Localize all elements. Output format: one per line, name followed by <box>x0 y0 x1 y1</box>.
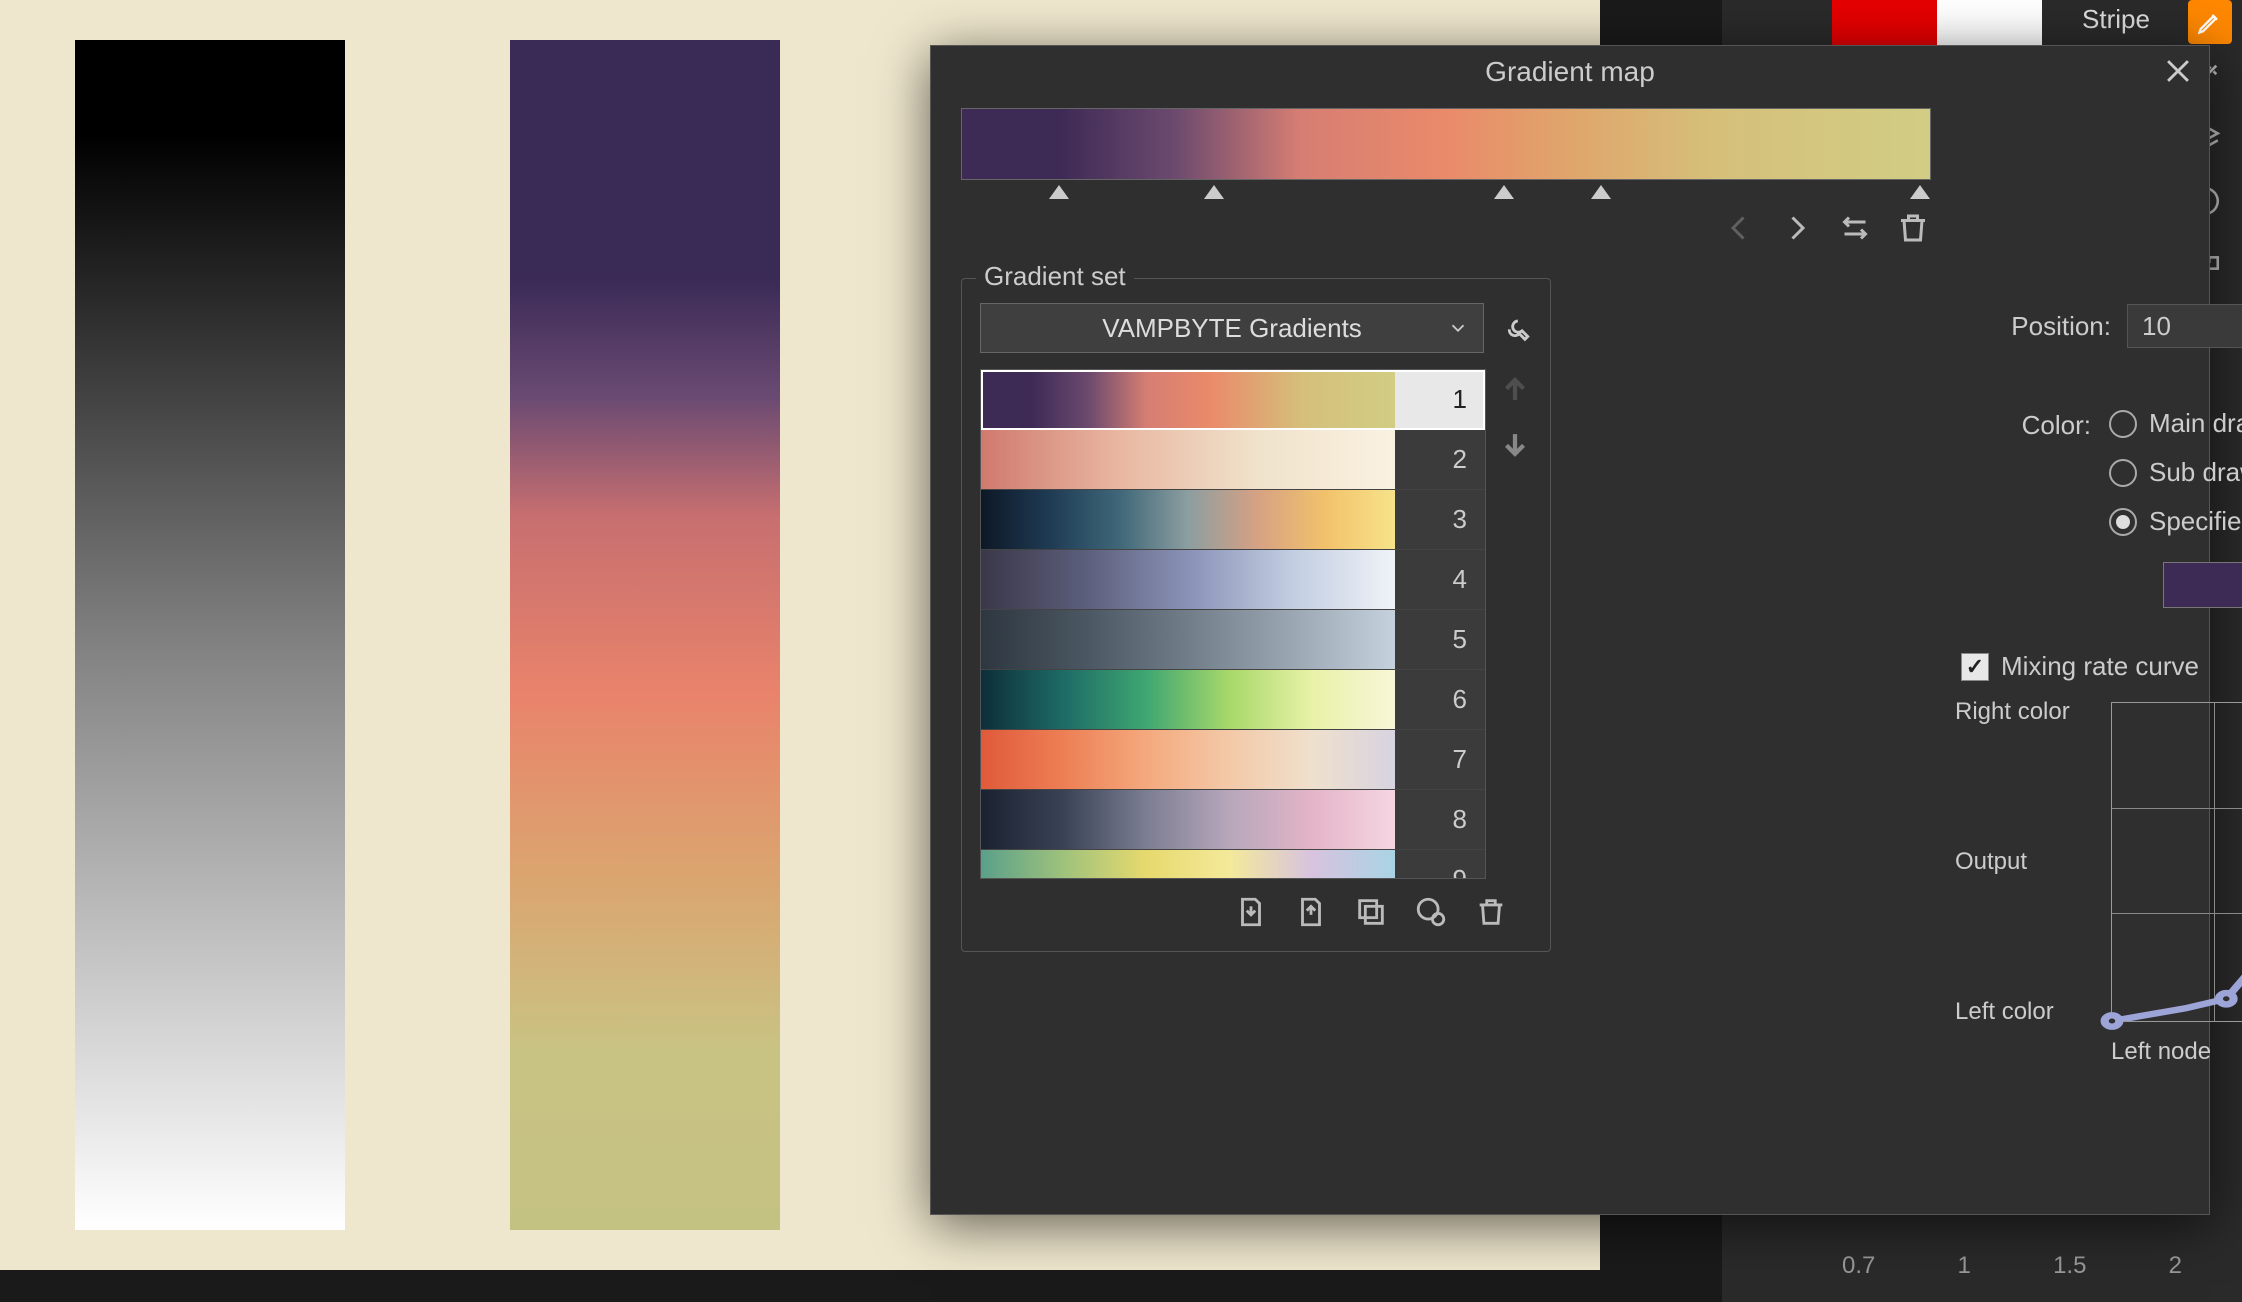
gradient-preset-row[interactable]: 2 <box>981 430 1485 490</box>
gradient-preset-preview <box>981 430 1395 489</box>
stripe-label: Stripe <box>2082 4 2150 35</box>
gradient-stop[interactable] <box>1910 185 1930 199</box>
gradient-preset-preview <box>981 790 1395 849</box>
curve-y-mid: Output <box>1955 848 2027 876</box>
gradient-preset-number: 8 <box>1395 790 1485 849</box>
radio-label: Sub drawing color <box>2149 457 2242 488</box>
gradient-preset-list[interactable]: 123456789 <box>980 369 1486 879</box>
radio-icon <box>2109 508 2137 536</box>
radio-main-color[interactable]: Main drawing color <box>2109 408 2242 439</box>
gradient-preset-preview <box>981 850 1395 879</box>
gradient-preset-number: 7 <box>1395 730 1485 789</box>
gradient-preset-row[interactable]: 5 <box>981 610 1485 670</box>
curve-y-top: Right color <box>1955 698 2070 726</box>
tick: 1.5 <box>2053 1252 2086 1292</box>
mixing-label: Mixing rate curve <box>2001 651 2199 682</box>
gradient-preset-row[interactable]: 1 <box>981 370 1485 430</box>
mixing-curve-editor[interactable]: Right color Output Left color Lef <box>1961 692 2242 1062</box>
wrench-icon[interactable] <box>1498 311 1532 345</box>
curve-x-left: Left node <box>2111 1038 2211 1066</box>
gradient-preset-number: 1 <box>1395 370 1485 429</box>
canvas-swatch-grayscale <box>75 40 345 1230</box>
gradient-set-fieldset: Gradient set VAMPBYTE Gradients 12345678… <box>961 278 1551 952</box>
import-icon[interactable] <box>1234 895 1268 929</box>
gradient-stop[interactable] <box>1494 185 1514 199</box>
gradient-preset-number: 2 <box>1395 430 1485 489</box>
gradient-preset-preview <box>981 550 1395 609</box>
gradient-stop[interactable] <box>1204 185 1224 199</box>
export-icon[interactable] <box>1294 895 1328 929</box>
gradient-stops-track[interactable] <box>962 179 1930 199</box>
slider-ticks: 0.7 1 1.5 2 <box>1842 1252 2182 1292</box>
tick: 1 <box>1958 1252 1971 1292</box>
next-stop-icon[interactable] <box>1779 210 1815 246</box>
radio-specified-color[interactable]: Specified color <box>2109 506 2242 537</box>
tick: 0.7 <box>1842 1252 1875 1292</box>
dialog-title-text: Gradient map <box>1485 56 1655 88</box>
gradient-preset-row[interactable]: 8 <box>981 790 1485 850</box>
move-up-icon <box>1498 373 1532 407</box>
move-down-icon[interactable] <box>1498 427 1532 461</box>
gradient-preset-number: 5 <box>1395 610 1485 669</box>
canvas-swatch-gradientmapped <box>510 40 780 1230</box>
dialog-titlebar[interactable]: Gradient map <box>931 46 2209 98</box>
gradient-preset-preview <box>981 490 1395 549</box>
mixing-rate-checkbox-row[interactable]: ✓ Mixing rate curve <box>1961 651 2242 682</box>
gradient-stop[interactable] <box>1591 185 1611 199</box>
prev-stop-icon <box>1721 210 1757 246</box>
stripe-color-block[interactable] <box>1832 0 2042 50</box>
radio-label: Main drawing color <box>2149 408 2242 439</box>
color-label: Color: <box>1961 408 2091 611</box>
radio-label: Specified color <box>2149 506 2242 537</box>
radio-icon <box>2109 459 2137 487</box>
radio-sub-color[interactable]: Sub drawing color <box>2109 457 2242 488</box>
gradient-bar[interactable] <box>961 108 1931 180</box>
gradient-preset-preview <box>981 730 1395 789</box>
specified-color-swatch[interactable] <box>2163 562 2242 608</box>
chevron-down-icon <box>1447 317 1469 339</box>
position-input[interactable] <box>2127 304 2242 348</box>
radio-icon <box>2109 410 2137 438</box>
gradient-preset-number: 3 <box>1395 490 1485 549</box>
gradient-preset-number: 4 <box>1395 550 1485 609</box>
close-button[interactable] <box>2161 54 2195 88</box>
position-label: Position: <box>1961 311 2111 342</box>
gradient-preset-row[interactable]: 9 <box>981 850 1485 879</box>
delete-preset-icon[interactable] <box>1474 895 1508 929</box>
dropdown-value: VAMPBYTE Gradients <box>1102 313 1362 344</box>
gradient-preset-number: 9 <box>1395 850 1485 879</box>
gradient-set-legend: Gradient set <box>976 261 1134 292</box>
checkbox-icon: ✓ <box>1961 653 1989 681</box>
gradient-preset-preview <box>981 610 1395 669</box>
gradient-preset-preview <box>981 670 1395 729</box>
gradient-preset-row[interactable]: 4 <box>981 550 1485 610</box>
curve-y-bot: Left color <box>1955 998 2054 1026</box>
edit-icon[interactable] <box>2188 0 2232 44</box>
gradient-map-dialog: Gradient map Gradient set <box>930 45 2210 1215</box>
gradient-preset-row[interactable]: 7 <box>981 730 1485 790</box>
stripe-color-secondary <box>1937 0 2042 50</box>
gradient-set-dropdown[interactable]: VAMPBYTE Gradients <box>980 303 1484 353</box>
gradient-preset-row[interactable]: 6 <box>981 670 1485 730</box>
flip-gradient-icon[interactable] <box>1837 210 1873 246</box>
tick: 2 <box>2169 1252 2182 1292</box>
duplicate-icon[interactable] <box>1354 895 1388 929</box>
stripe-color-primary <box>1832 0 1937 50</box>
new-from-colors-icon[interactable] <box>1414 895 1448 929</box>
gradient-preset-number: 6 <box>1395 670 1485 729</box>
delete-stop-icon[interactable] <box>1895 210 1931 246</box>
gradient-preset-preview <box>981 370 1395 429</box>
gradient-preset-row[interactable]: 3 <box>981 490 1485 550</box>
gradient-stop[interactable] <box>1049 185 1069 199</box>
